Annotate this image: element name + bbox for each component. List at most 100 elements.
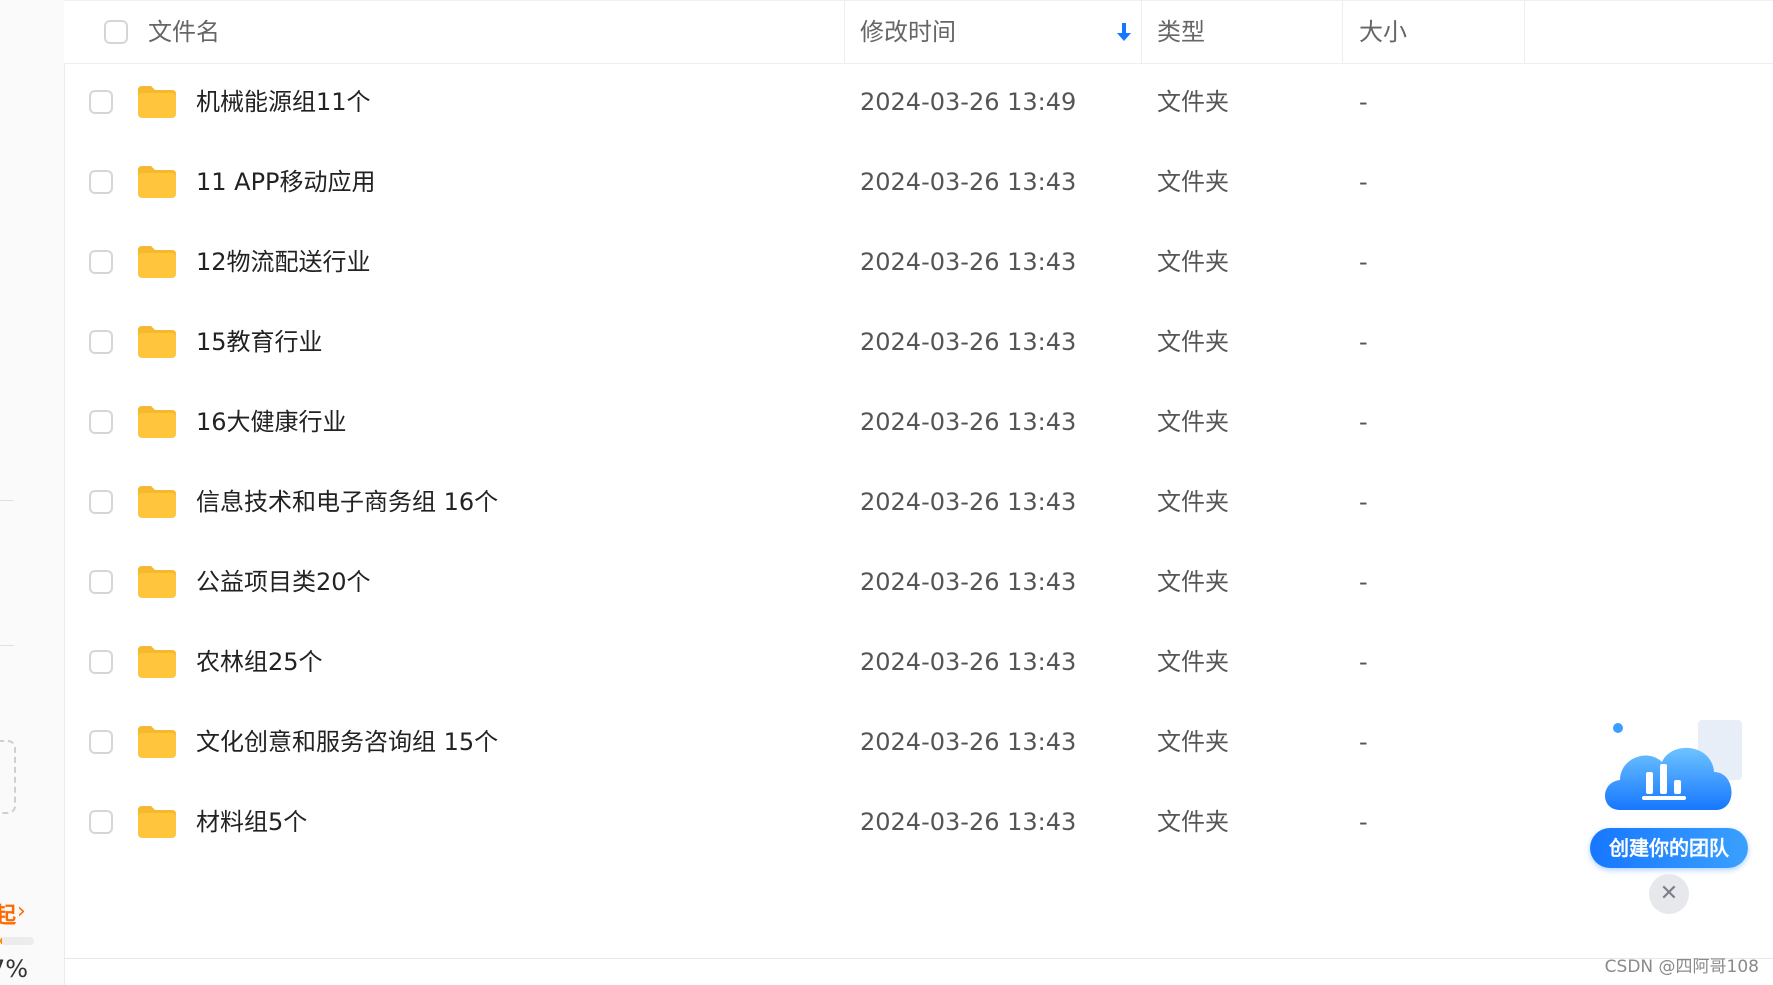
sidebar-dashed-placeholder[interactable] [0, 740, 16, 814]
column-header-name[interactable]: 文件名 [148, 1, 220, 63]
folder-icon [138, 246, 176, 278]
file-size: - [1359, 808, 1368, 836]
row-checkbox[interactable] [89, 90, 113, 114]
file-size: - [1359, 728, 1368, 756]
footer-divider [64, 958, 1773, 959]
row-checkbox[interactable] [89, 650, 113, 674]
row-checkbox[interactable] [89, 410, 113, 434]
file-size: - [1359, 488, 1368, 516]
file-modified-time: 2024-03-26 13:43 [860, 168, 1077, 196]
row-checkbox[interactable] [89, 170, 113, 194]
column-header-modified[interactable]: 修改时间 [860, 1, 956, 63]
column-header-type[interactable]: 类型 [1157, 1, 1205, 63]
file-name[interactable]: 文化创意和服务咨询组 15个 [196, 702, 498, 782]
row-checkbox[interactable] [89, 570, 113, 594]
file-size: - [1359, 88, 1368, 116]
file-size: - [1359, 648, 1368, 676]
row-checkbox[interactable] [89, 730, 113, 754]
file-type: 文件夹 [1157, 568, 1229, 596]
row-checkbox[interactable] [89, 250, 113, 274]
file-modified-time: 2024-03-26 13:43 [860, 648, 1077, 676]
file-name[interactable]: 公益项目类20个 [196, 542, 371, 622]
table-row[interactable]: 12物流配送行业 2024-03-26 13:43 文件夹 - [64, 222, 1773, 302]
file-size: - [1359, 568, 1368, 596]
file-name[interactable]: 12物流配送行业 [196, 222, 371, 302]
table-row[interactable]: 公益项目类20个 2024-03-26 13:43 文件夹 - [64, 542, 1773, 622]
file-modified-time: 2024-03-26 13:43 [860, 408, 1077, 436]
folder-icon [138, 806, 176, 838]
storage-usage-fill [0, 937, 3, 945]
folder-icon [138, 646, 176, 678]
file-type: 文件夹 [1157, 248, 1229, 276]
table-row[interactable]: 11 APP移动应用 2024-03-26 13:43 文件夹 - [64, 142, 1773, 222]
column-separator[interactable] [844, 1, 845, 63]
file-type: 文件夹 [1157, 408, 1229, 436]
row-checkbox[interactable] [89, 810, 113, 834]
folder-icon [138, 486, 176, 518]
create-team-button[interactable]: 创建你的团队 [1590, 828, 1748, 868]
chart-bar-icon [1646, 772, 1653, 794]
table-row[interactable]: 材料组5个 2024-03-26 13:43 文件夹 - [64, 782, 1773, 862]
folder-icon [138, 566, 176, 598]
file-modified-time: 2024-03-26 13:49 [860, 88, 1077, 116]
dot-decoration-icon [1613, 723, 1623, 733]
column-separator[interactable] [1524, 1, 1525, 63]
file-modified-time: 2024-03-26 13:43 [860, 248, 1077, 276]
file-list: 文件名 修改时间 类型 大小 机械能源组11个 2024-03-26 13:49 文… [64, 0, 1773, 985]
file-type: 文件夹 [1157, 808, 1229, 836]
file-name[interactable]: 信息技术和电子商务组 16个 [196, 462, 498, 542]
file-modified-time: 2024-03-26 13:43 [860, 568, 1077, 596]
sidebar-divider [0, 645, 14, 646]
table-row[interactable]: 信息技术和电子商务组 16个 2024-03-26 13:43 文件夹 - [64, 462, 1773, 542]
file-name[interactable]: 机械能源组11个 [196, 62, 371, 142]
file-name[interactable]: 16大健康行业 [196, 382, 347, 462]
upgrade-link-text[interactable]: 起 [0, 898, 16, 930]
select-all-checkbox[interactable] [104, 20, 128, 44]
file-name[interactable]: 15教育行业 [196, 302, 323, 382]
row-checkbox[interactable] [89, 490, 113, 514]
folder-icon [138, 166, 176, 198]
team-cloud-illustration[interactable] [1590, 710, 1760, 830]
file-modified-time: 2024-03-26 13:43 [860, 328, 1077, 356]
chevron-right-icon[interactable]: › [17, 899, 26, 924]
file-type: 文件夹 [1157, 728, 1229, 756]
file-list-header: 文件名 修改时间 类型 大小 [64, 0, 1773, 64]
file-name[interactable]: 材料组5个 [196, 782, 307, 862]
folder-icon [138, 726, 176, 758]
file-size: - [1359, 408, 1368, 436]
column-header-size[interactable]: 大小 [1359, 1, 1407, 63]
table-row[interactable]: 农林组25个 2024-03-26 13:43 文件夹 - [64, 622, 1773, 702]
file-size: - [1359, 168, 1368, 196]
table-row[interactable]: 15教育行业 2024-03-26 13:43 文件夹 - [64, 302, 1773, 382]
folder-icon [138, 86, 176, 118]
file-modified-time: 2024-03-26 13:43 [860, 488, 1077, 516]
file-name[interactable]: 11 APP移动应用 [196, 142, 376, 222]
file-size: - [1359, 248, 1368, 276]
chart-base-icon [1642, 796, 1686, 800]
file-modified-time: 2024-03-26 13:43 [860, 808, 1077, 836]
chart-bar-icon [1674, 780, 1681, 794]
watermark: CSDN @四阿哥108 [1604, 957, 1759, 977]
file-modified-time: 2024-03-26 13:43 [860, 728, 1077, 756]
chart-bar-icon [1660, 764, 1667, 794]
file-manager-page: 起 › 7% 文件名 修改时间 类型 大小 机械能源组11个 2024-03-26… [0, 0, 1773, 985]
close-icon[interactable]: ✕ [1649, 874, 1689, 914]
table-row[interactable]: 机械能源组11个 2024-03-26 13:49 文件夹 - [64, 62, 1773, 142]
file-name[interactable]: 农林组25个 [196, 622, 323, 702]
storage-usage-bar [0, 937, 34, 945]
folder-icon [138, 406, 176, 438]
create-team-promo: 创建你的团队 ✕ [1590, 710, 1760, 914]
file-type: 文件夹 [1157, 328, 1229, 356]
table-row[interactable]: 文化创意和服务咨询组 15个 2024-03-26 13:43 文件夹 - [64, 702, 1773, 782]
sidebar: 起 › 7% [0, 0, 65, 985]
row-checkbox[interactable] [89, 330, 113, 354]
file-type: 文件夹 [1157, 168, 1229, 196]
file-size: - [1359, 328, 1368, 356]
file-type: 文件夹 [1157, 488, 1229, 516]
arrow-down-icon[interactable] [1114, 21, 1134, 43]
file-type: 文件夹 [1157, 648, 1229, 676]
table-row[interactable]: 16大健康行业 2024-03-26 13:43 文件夹 - [64, 382, 1773, 462]
column-separator[interactable] [1141, 1, 1142, 63]
storage-percent: 7% [0, 955, 29, 983]
column-separator[interactable] [1342, 1, 1343, 63]
